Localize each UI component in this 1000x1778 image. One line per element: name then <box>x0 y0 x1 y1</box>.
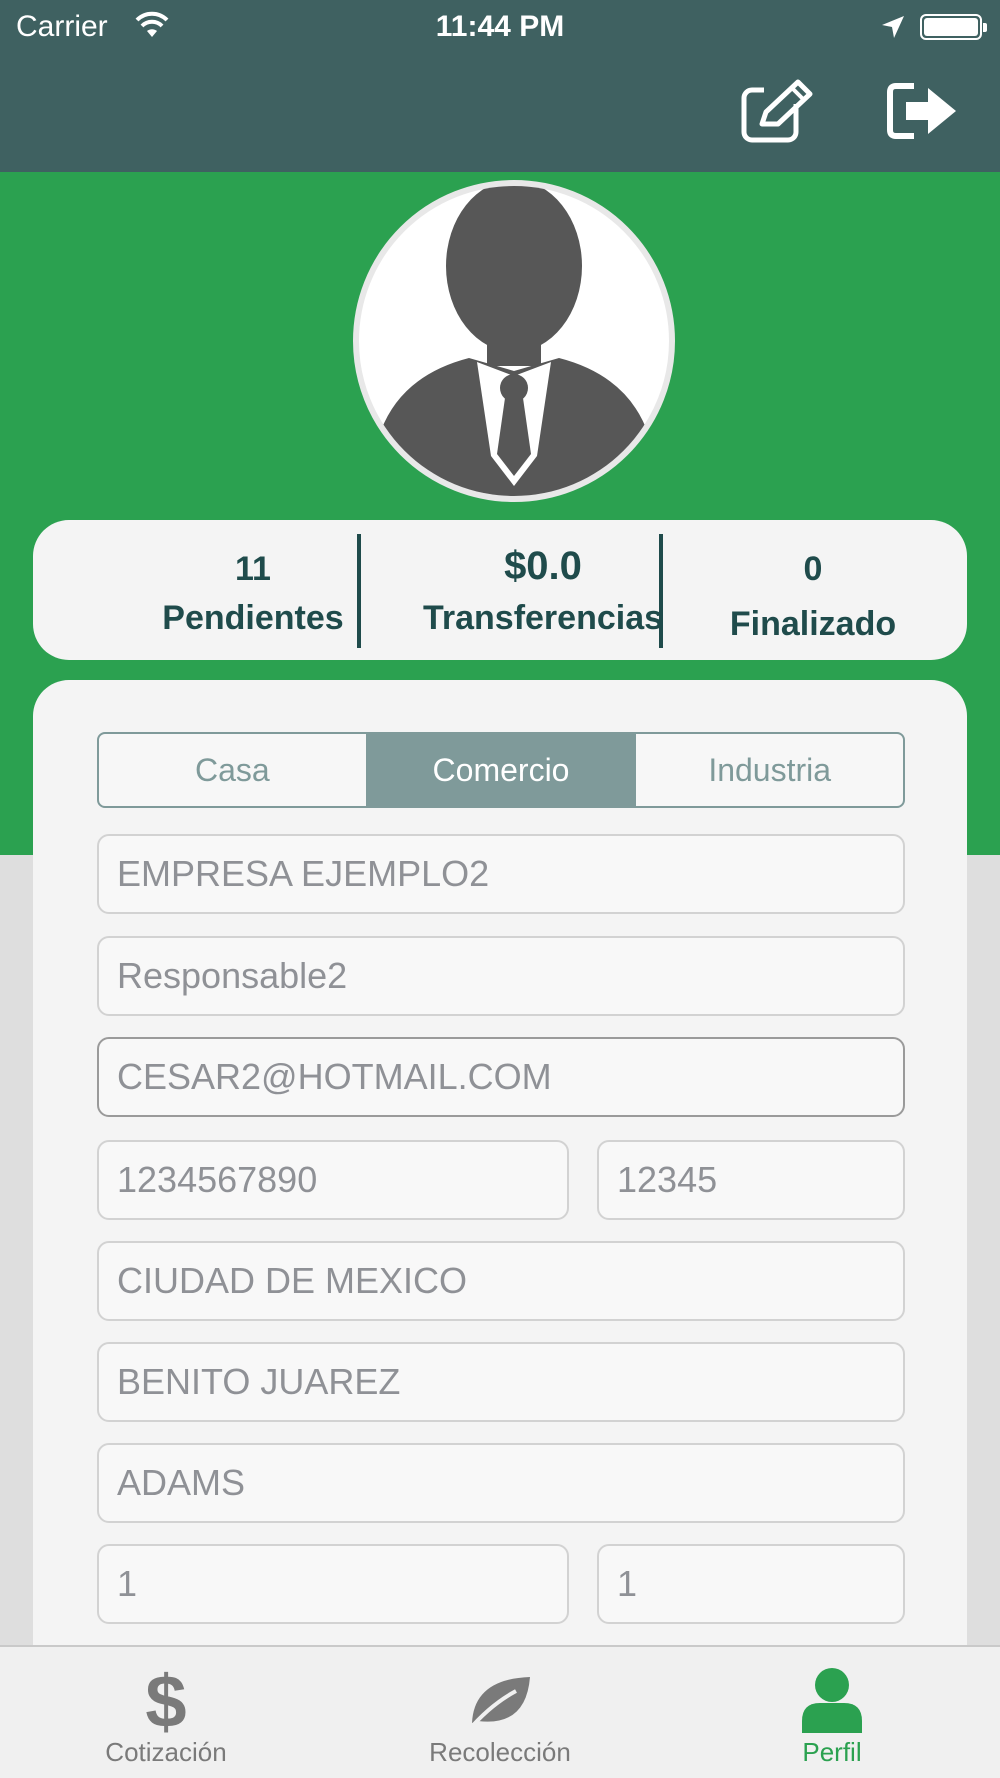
phone-field[interactable]: 1234567890 <box>97 1140 569 1220</box>
city-field[interactable]: CIUDAD DE MEXICO <box>97 1241 905 1321</box>
municipality-field[interactable]: BENITO JUAREZ <box>97 1342 905 1422</box>
segment-industria[interactable]: Industria <box>634 734 903 806</box>
property-type-segmented-control: Casa Comercio Industria <box>97 732 905 808</box>
edit-button[interactable] <box>740 78 820 144</box>
edit-icon <box>741 79 820 143</box>
leaf-icon <box>466 1677 530 1733</box>
interior-number-field[interactable]: 1 <box>597 1544 905 1624</box>
battery-icon <box>920 14 987 40</box>
tab-recoleccion[interactable]: Recolección <box>380 1647 620 1778</box>
stats-divider <box>659 534 663 648</box>
logout-button[interactable] <box>886 78 962 144</box>
stat-label: Finalizado <box>729 605 897 643</box>
stat-label: Transferencias <box>422 599 664 637</box>
company-field[interactable]: EMPRESA EJEMPLO2 <box>97 834 905 914</box>
dollar-icon: $ <box>145 1665 186 1735</box>
responsible-field[interactable]: Responsable2 <box>97 936 905 1016</box>
logout-icon <box>887 83 956 139</box>
tab-label: Cotización <box>105 1737 227 1767</box>
stat-value: 0 <box>803 550 823 588</box>
tab-label: Perfil <box>802 1737 862 1767</box>
email-field[interactable]: CESAR2@HOTMAIL.COM <box>97 1037 905 1117</box>
stat-finalizado[interactable]: 0 Finalizado <box>683 520 943 660</box>
tab-perfil[interactable]: Perfil <box>712 1647 952 1778</box>
status-bar: Carrier 11:44 PM <box>0 0 1000 56</box>
navigation-bar: Carrier 11:44 PM <box>0 0 1000 172</box>
stat-value: $0.0 <box>504 544 582 588</box>
user-silhouette-icon <box>379 186 649 496</box>
user-icon <box>802 1668 862 1733</box>
segment-casa[interactable]: Casa <box>99 734 366 806</box>
exterior-number-field[interactable]: 1 <box>97 1544 569 1624</box>
location-arrow-icon <box>882 16 904 38</box>
svg-text:$: $ <box>145 1665 186 1735</box>
segment-comercio[interactable]: Comercio <box>365 734 635 806</box>
postal-code-field[interactable]: 12345 <box>597 1140 905 1220</box>
street-field[interactable]: ADAMS <box>97 1443 905 1523</box>
stat-transferencias[interactable]: $0.0 Transferencias <box>403 520 683 660</box>
tab-bar: $ Cotización Recolección Perfil <box>0 1645 1000 1778</box>
status-time: 11:44 PM <box>435 10 565 43</box>
tab-cotizacion[interactable]: $ Cotización <box>46 1647 286 1778</box>
avatar[interactable] <box>353 180 675 502</box>
stats-card: 11 Pendientes $0.0 Transferencias 0 Fina… <box>33 520 967 660</box>
profile-form: Casa Comercio Industria EMPRESA EJEMPLO2… <box>33 680 967 1680</box>
tab-label: Recolección <box>429 1737 571 1767</box>
stats-divider <box>357 534 361 648</box>
